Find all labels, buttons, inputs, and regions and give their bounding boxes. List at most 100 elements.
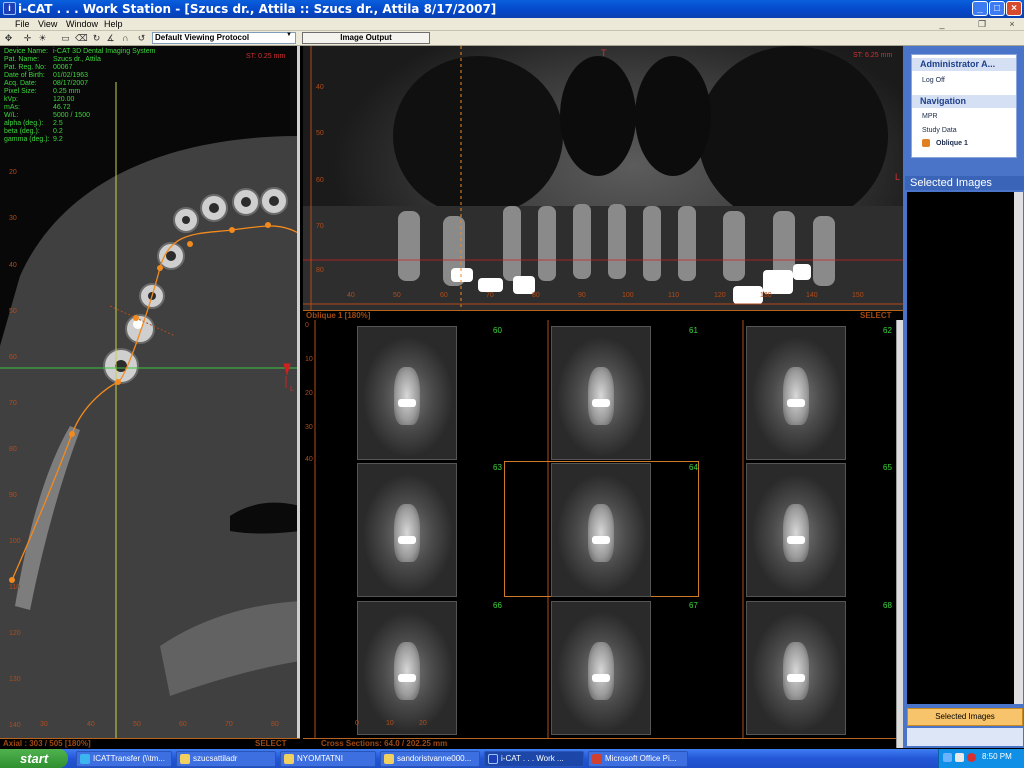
mdi-close-icon[interactable]: × xyxy=(1004,19,1020,30)
tooth-shape xyxy=(394,367,420,425)
ruler-tick-label: 0 xyxy=(355,720,359,727)
info-label-reg: Pat. Reg. No: xyxy=(4,64,47,71)
ruler-tick-label: 80 xyxy=(271,721,279,728)
axial-select-button[interactable]: SELECT xyxy=(255,739,287,748)
pano-status-bar: Oblique 1 [180%] SELECT xyxy=(303,310,903,320)
tooth-shape xyxy=(394,504,420,562)
angle-icon[interactable]: ∡ xyxy=(105,33,116,44)
cross-section-thumb[interactable] xyxy=(746,601,846,735)
selected-images-list[interactable] xyxy=(907,192,1014,704)
mdi-restore-icon[interactable]: ❐ xyxy=(974,19,990,30)
cross-section-number: 61 xyxy=(689,326,698,335)
security-icon[interactable] xyxy=(967,753,976,762)
taskbar-item-label: i-CAT . . . Work ... xyxy=(501,754,564,763)
menu-help[interactable]: Help xyxy=(104,19,123,29)
cross-section-thumb[interactable] xyxy=(357,326,457,460)
info-value-acq: 08/17/2007 xyxy=(53,80,89,87)
filling-shape xyxy=(592,399,610,407)
info-label-patient: Pat. Name: xyxy=(4,56,40,63)
ruler-tick-label: 100 xyxy=(622,292,634,299)
ruler-tick-label: 50 xyxy=(133,721,141,728)
info-value-dob: 01/02/1963 xyxy=(53,72,89,79)
ruler-tick-label: 10 xyxy=(386,720,394,727)
reset-icon[interactable]: ↺ xyxy=(136,33,147,44)
menu-view[interactable]: View xyxy=(38,19,57,29)
ruler-tick-label: 60 xyxy=(440,292,448,299)
close-button[interactable]: × xyxy=(1006,1,1022,16)
info-value-wl: 5000 / 1500 xyxy=(53,112,90,119)
navigation-title[interactable]: Navigation xyxy=(912,95,1016,108)
network-icon[interactable] xyxy=(943,753,952,762)
cross-section-number: 65 xyxy=(883,463,892,472)
app-icon xyxy=(488,754,498,764)
cross-section-thumb[interactable] xyxy=(746,463,846,597)
admin-title[interactable]: Administrator A... xyxy=(912,58,1016,71)
ruler-tick-label: 20 xyxy=(9,169,17,176)
taskbar-item[interactable]: szucsattiladr xyxy=(176,751,276,767)
filling-shape xyxy=(398,399,416,407)
ruler-tick-label: 90 xyxy=(9,492,17,499)
curve-icon[interactable]: ∩ xyxy=(120,33,131,44)
nav-item-mpr[interactable]: MPR xyxy=(922,113,938,120)
ruler-tick-label: 60 xyxy=(9,354,17,361)
eraser-icon[interactable]: ⌫ xyxy=(75,33,88,44)
mdi-minimize-icon[interactable]: _ xyxy=(934,19,950,30)
info-label-mas: mAs: xyxy=(4,104,20,111)
taskbar-item[interactable]: sandoristvanne000... xyxy=(380,751,480,767)
viewing-protocol-select[interactable]: Default Viewing Protocol xyxy=(152,32,296,44)
ruler-tick-label: 50 xyxy=(316,130,324,137)
brightness-icon[interactable]: ☀ xyxy=(37,33,48,44)
axial-image xyxy=(0,82,297,748)
filling-shape xyxy=(398,536,416,544)
maximize-button[interactable]: □ xyxy=(989,1,1005,16)
ruler-tick-label: 40 xyxy=(305,456,313,463)
panoramic-view[interactable]: ST: 6.25 mm T L 40 50 60 70 80 40 50 60 … xyxy=(303,46,903,310)
cross-sections-view[interactable]: 60 61 62 63 64 65 66 67 68 0 10 20 30 40… xyxy=(303,320,896,738)
cross-section-thumb[interactable] xyxy=(551,601,651,735)
log-off-link[interactable]: Log Off xyxy=(922,77,945,84)
selected-images-scrollbar[interactable] xyxy=(1014,192,1023,704)
ruler-tick-label: 30 xyxy=(305,424,313,431)
volume-icon[interactable] xyxy=(955,753,964,762)
ruler-tick-label: 40 xyxy=(87,721,95,728)
selected-images-button[interactable]: Selected Images xyxy=(907,708,1023,726)
taskbar-item[interactable]: NYOMTATNI xyxy=(280,751,376,767)
pan-icon[interactable]: ✥ xyxy=(3,33,14,44)
cross-section-thumb[interactable] xyxy=(357,601,457,735)
taskbar-item-active[interactable]: i-CAT . . . Work ... xyxy=(484,751,584,767)
taskbar-item[interactable]: ICATTransfer (\\tm... xyxy=(76,751,172,767)
filling-shape xyxy=(398,674,416,682)
taskbar-item-label: NYOMTATNI xyxy=(297,754,343,763)
ruler-tick-label: 10 xyxy=(305,356,313,363)
rotate-icon[interactable]: ↻ xyxy=(91,33,102,44)
cross-section-thumb[interactable] xyxy=(357,463,457,597)
image-output-button[interactable]: Image Output xyxy=(302,32,430,44)
cross-section-thumb-selected[interactable] xyxy=(551,463,651,597)
menu-window[interactable]: Window xyxy=(66,19,98,29)
axial-slice-label: Axial : 303 / 505 [180%] xyxy=(3,739,91,748)
minimize-button[interactable]: _ xyxy=(972,1,988,16)
info-label-wl: W/L: xyxy=(4,112,19,119)
nav-item-study-data[interactable]: Study Data xyxy=(922,127,957,134)
ruler-tick-label: 40 xyxy=(316,84,324,91)
info-value-patient: Szucs dr., Attila xyxy=(53,56,101,63)
cross-section-thumb[interactable] xyxy=(551,326,651,460)
menu-bar: File View Window Help _ ❐ × xyxy=(0,18,1024,31)
ruler-icon[interactable]: ▭ xyxy=(60,33,71,44)
ruler-tick-label: 150 xyxy=(852,292,864,299)
menu-file[interactable]: File xyxy=(15,19,30,29)
taskbar-item[interactable]: Microsoft Office Pi... xyxy=(588,751,688,767)
pano-zoom-label: Oblique 1 [180%] xyxy=(306,311,371,320)
tooth-shape xyxy=(394,642,420,700)
taskbar-item-label: sandoristvanne000... xyxy=(397,754,472,763)
window-title: i-CAT . . . Work Station - [Szucs dr., A… xyxy=(18,2,497,16)
nav-item-oblique[interactable]: Oblique 1 xyxy=(936,140,968,147)
pano-select-button[interactable]: SELECT xyxy=(860,311,892,320)
move-icon[interactable]: ✛ xyxy=(22,33,33,44)
cross-section-number: 67 xyxy=(689,601,698,610)
start-button[interactable]: start xyxy=(0,749,68,768)
axial-view[interactable]: Device Name: Pat. Name: Pat. Reg. No: Da… xyxy=(0,46,300,748)
chevron-down-icon[interactable]: ▼ xyxy=(283,32,295,42)
cross-sections-scrollbar[interactable] xyxy=(896,320,903,748)
cross-section-thumb[interactable] xyxy=(746,326,846,460)
